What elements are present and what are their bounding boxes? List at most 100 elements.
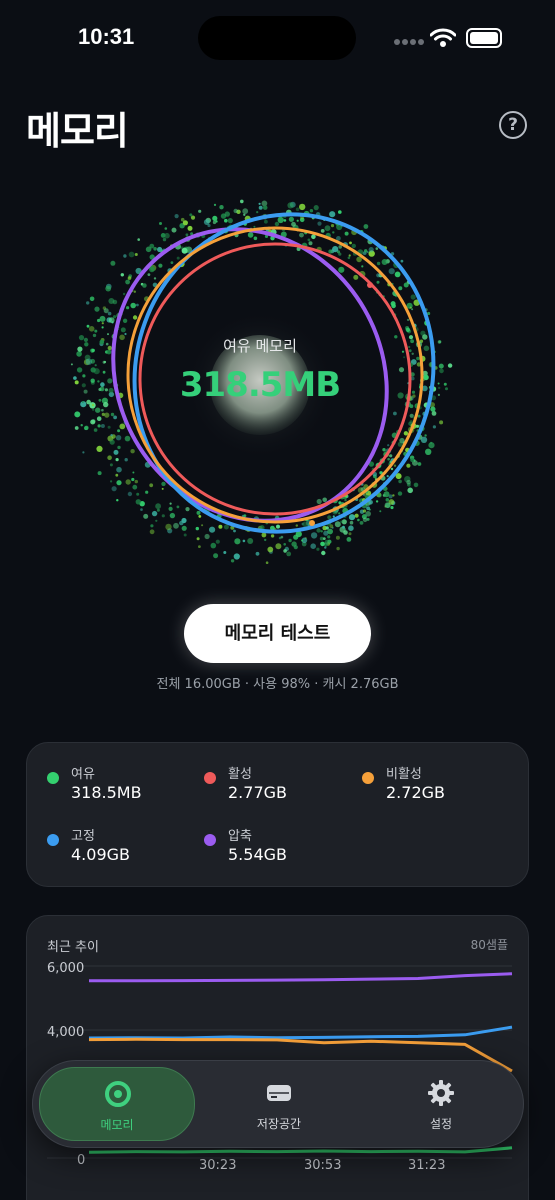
- free-memory-particle: [255, 551, 260, 556]
- free-memory-particle: [338, 512, 341, 515]
- free-memory-particle: [74, 426, 79, 430]
- legend-value: 2.77GB: [228, 783, 287, 802]
- wifi-icon: [430, 28, 456, 47]
- free-memory-particle: [233, 553, 240, 560]
- free-memory-particle: [283, 549, 287, 553]
- free-memory-particle: [149, 483, 154, 488]
- free-memory-particle: [247, 232, 254, 238]
- free-memory-particle: [398, 479, 402, 484]
- free-memory-particle: [295, 207, 300, 212]
- inactive-dot-icon: [362, 772, 374, 784]
- free-memory-particle: [347, 256, 351, 260]
- free-memory-particle: [428, 442, 435, 449]
- dynamic-island: [198, 16, 356, 60]
- free-memory-particle: [230, 559, 235, 563]
- free-memory-particle: [403, 282, 409, 288]
- free-memory-particle: [253, 225, 256, 228]
- free-memory-particle: [329, 211, 336, 218]
- free-memory-particle: [310, 532, 318, 539]
- free-memory-particle: [393, 411, 397, 416]
- free-memory-label: 여유 메모리: [223, 337, 297, 355]
- free-memory-particle: [132, 315, 138, 320]
- free-memory-particle: [135, 499, 141, 505]
- free-memory-particle: [258, 202, 261, 205]
- free-memory-particle: [342, 525, 345, 529]
- free-memory-particle: [400, 259, 404, 263]
- tab-label: 설정: [429, 1117, 453, 1131]
- free-memory-particle: [182, 220, 188, 226]
- free-memory-particle: [149, 529, 155, 535]
- free-memory-particle: [156, 508, 160, 512]
- free-memory-particle: [227, 218, 233, 224]
- tab-settings[interactable]: 설정: [363, 1067, 519, 1141]
- memory-breakdown-card: 여유 318.5MB 활성 2.77GB 비활성 2.72GB 고정 4.09G…: [26, 742, 529, 887]
- free-memory-particle: [115, 458, 119, 462]
- free-memory-particle: [160, 233, 166, 238]
- free-memory-particle: [207, 223, 211, 228]
- free-memory-particle: [212, 215, 218, 221]
- memory-summary: 전체 16.00GB · 사용 98% · 캐시 2.76GB: [156, 677, 399, 692]
- trend-line-chart: 6,000 4,000 0 30:23 30:53 31:23: [47, 961, 513, 1173]
- legend-item-active: 활성 2.77GB: [204, 763, 354, 807]
- legend-item-compressed: 압축 5.54GB: [204, 825, 354, 869]
- free-memory-particle: [137, 238, 140, 241]
- free-memory-particle: [286, 551, 292, 557]
- free-memory-particle: [86, 301, 90, 305]
- series-line: [89, 972, 513, 983]
- free-memory-particle: [89, 296, 95, 302]
- free-memory-particle: [299, 232, 304, 238]
- free-memory-particle: [330, 224, 335, 228]
- free-memory-particle: [161, 487, 164, 490]
- tab-memory[interactable]: 메모리: [39, 1067, 195, 1141]
- free-memory-particle: [116, 466, 122, 473]
- free-memory-particle: [363, 224, 369, 229]
- free-memory-particle: [147, 273, 151, 276]
- free-memory-particle: [335, 535, 340, 540]
- free-memory-particle: [94, 306, 100, 312]
- free-memory-particle: [381, 259, 388, 265]
- free-memory-particle: [74, 411, 81, 418]
- free-memory-particle: [256, 211, 259, 214]
- free-memory-particle: [265, 561, 269, 564]
- free-memory-particle: [317, 221, 322, 226]
- free-memory-particle: [128, 251, 135, 258]
- memory-test-button[interactable]: 메모리 테스트: [184, 604, 371, 663]
- free-memory-particle: [117, 429, 121, 433]
- y-tick-label: 0: [77, 1153, 85, 1168]
- free-memory-particle: [124, 458, 128, 462]
- free-memory-particle: [390, 506, 394, 510]
- status-bar: 10:31: [0, 0, 555, 80]
- gear-icon: [428, 1080, 454, 1106]
- free-memory-particle: [92, 408, 95, 411]
- free-memory-particle: [411, 308, 414, 311]
- free-memory-particle: [91, 419, 96, 424]
- free-memory-particle: [264, 538, 267, 542]
- tab-storage[interactable]: 저장공간: [201, 1067, 357, 1141]
- free-memory-particle: [375, 500, 379, 503]
- free-memory-particle: [151, 510, 158, 517]
- free-memory-particle: [97, 424, 101, 428]
- help-icon[interactable]: ?: [499, 111, 527, 139]
- free-memory-particle: [407, 487, 414, 494]
- free-memory-particle: [136, 303, 139, 307]
- free-memory-particle: [283, 219, 287, 222]
- free-memory-particle: [204, 533, 210, 540]
- free-memory-particle: [132, 484, 138, 490]
- free-memory-particle: [181, 517, 187, 524]
- free-memory-particle: [322, 537, 326, 540]
- free-memory-particle: [113, 315, 117, 319]
- free-memory-particle: [170, 261, 174, 264]
- free-memory-particle: [430, 406, 436, 412]
- free-memory-particle: [169, 512, 176, 519]
- free-memory-particle: [348, 514, 356, 521]
- tab-label: 메모리: [100, 1118, 134, 1132]
- free-memory-particle: [150, 524, 154, 528]
- free-memory-particle: [390, 467, 394, 471]
- free-memory-particle: [224, 211, 230, 217]
- free-memory-particle: [307, 238, 311, 242]
- free-memory-particle: [393, 464, 397, 467]
- disk-drive-icon: [267, 1085, 291, 1101]
- free-memory-particle: [332, 231, 335, 234]
- free-memory-particle: [233, 529, 236, 533]
- free-memory-particle: [387, 457, 390, 461]
